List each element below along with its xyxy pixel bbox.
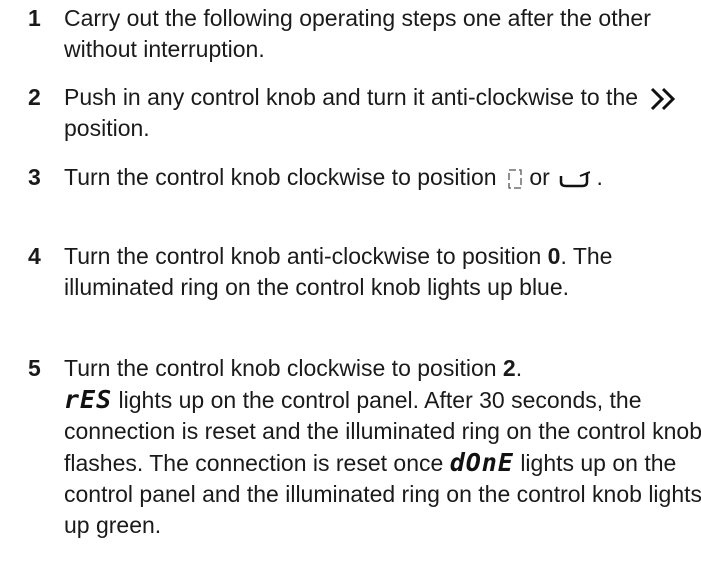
position-value: 2: [502, 355, 516, 381]
step-number: 4: [28, 243, 41, 269]
step-number: 2: [28, 84, 41, 110]
roaster-burner-icon: [559, 170, 591, 188]
position-value: 0: [547, 243, 561, 269]
rectangle-burner-icon: [508, 169, 522, 189]
step-number: 3: [28, 164, 41, 190]
step-text: Carry out the following operating steps …: [64, 5, 651, 62]
display-text-res: rES: [64, 385, 113, 414]
step-3: 3 Turn the control knob clockwise to pos…: [28, 162, 664, 193]
step-text: Turn the control knob anti-clockwise to …: [64, 243, 542, 269]
step-text: .: [515, 355, 523, 381]
step-text: .: [596, 164, 603, 190]
step-text: position.: [64, 115, 150, 141]
step-text: Turn the control knob clockwise to posit…: [64, 355, 497, 381]
display-text-done: dOnE: [449, 448, 514, 477]
step-4: 4 Turn the control knob anti-clockwise t…: [28, 241, 701, 303]
step-number: 5: [28, 355, 41, 381]
double-chevron-right-icon: [651, 87, 676, 110]
step-5: 5 Turn the control knob clockwise to pos…: [28, 353, 701, 541]
step-text: or: [529, 164, 550, 190]
step-1: 1 Carry out the following operating step…: [28, 3, 701, 65]
step-2: 2 Push in any control knob and turn it a…: [28, 82, 701, 144]
step-text: Push in any control knob and turn it ant…: [64, 84, 639, 110]
step-text: Turn the control knob clockwise to posit…: [64, 164, 497, 190]
step-number: 1: [28, 5, 41, 31]
